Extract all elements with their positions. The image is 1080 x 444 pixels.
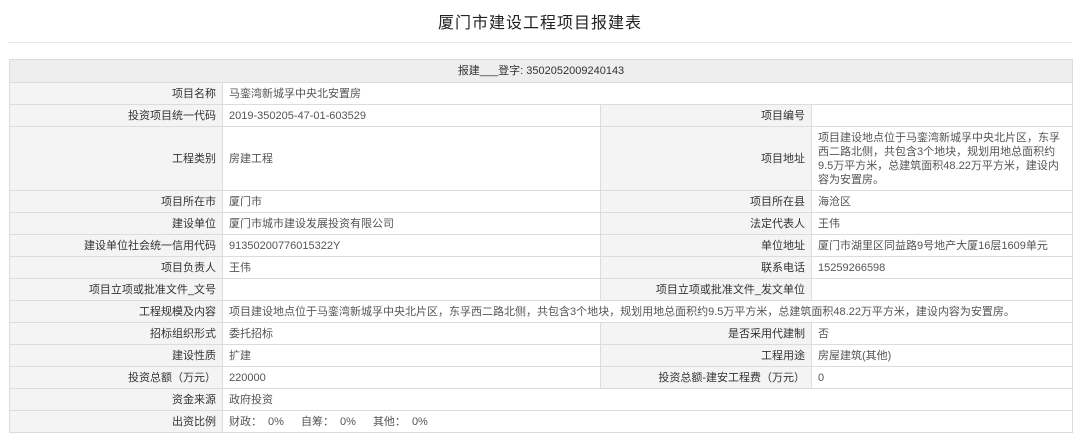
invest-code-value: 2019-350205-47-01-603529 [222, 104, 601, 127]
bid-form-value: 委托招标 [222, 322, 601, 345]
ratio-other-label: 其他： [372, 415, 406, 428]
row-eng-type: 工程类别 房建工程 项目地址 项目建设地点位于马銮湾新城孚中央北片区，东孚西二路… [9, 126, 1073, 191]
ratio-self-value: 0% [339, 415, 356, 428]
title-divider [8, 42, 1072, 43]
row-project-name: 项目名称 马銮湾新城孚中央北安置房 [9, 82, 1073, 105]
legal-rep-label: 法定代表人 [600, 212, 812, 235]
row-nature: 建设性质 扩建 工程用途 房屋建筑(其他) [9, 344, 1073, 367]
approval-doc-no-label: 项目立项或批准文件_文号 [9, 278, 223, 301]
row-bid-form: 招标组织形式 委托招标 是否采用代建制 否 [9, 322, 1073, 345]
fund-source-label: 资金来源 [9, 388, 223, 411]
row-invest-total: 投资总额（万元） 220000 投资总额-建安工程费（万元） 0 [9, 366, 1073, 389]
nature-label: 建设性质 [9, 344, 223, 367]
ratio-self: 自筹： 0% [301, 416, 356, 428]
nature-value: 扩建 [222, 344, 601, 367]
approval-issuer-label: 项目立项或批准文件_发文单位 [600, 278, 812, 301]
invest-total-label: 投资总额（万元） [9, 366, 223, 389]
scale-label: 工程规模及内容 [9, 300, 223, 323]
row-credit-code: 建设单位社会统一信用代码 91350200776015322Y 单位地址 厦门市… [9, 234, 1073, 257]
row-city: 项目所在市 厦门市 项目所在县 海沧区 [9, 190, 1073, 213]
project-name-value: 马銮湾新城孚中央北安置房 [222, 82, 1073, 105]
usage-value: 房屋建筑(其他) [811, 344, 1073, 367]
row-scale: 工程规模及内容 项目建设地点位于马銮湾新城孚中央北片区，东孚西二路北侧，共包含3… [9, 300, 1073, 323]
bid-form-label: 招标组织形式 [9, 322, 223, 345]
unit-address-label: 单位地址 [600, 234, 812, 257]
eng-type-label: 工程类别 [9, 126, 223, 191]
project-name-label: 项目名称 [9, 82, 223, 105]
unit-address-value: 厦门市湖里区同益路9号地产大厦16层1609单元 [811, 234, 1073, 257]
header-row: 报建___登字: 3502052009240143 [9, 59, 1073, 83]
fund-source-value: 政府投资 [222, 388, 1073, 411]
invest-total-value: 220000 [222, 366, 601, 389]
ratio-value: 财政： 0% 自筹： 0% 其他： 0% [222, 410, 1073, 433]
city-label: 项目所在市 [9, 190, 223, 213]
ratio-self-label: 自筹： [300, 415, 334, 428]
builder-label: 建设单位 [9, 212, 223, 235]
usage-label: 工程用途 [600, 344, 812, 367]
row-approval: 项目立项或批准文件_文号 项目立项或批准文件_发文单位 [9, 278, 1073, 301]
leader-label: 项目负责人 [9, 256, 223, 279]
legal-rep-value: 王伟 [811, 212, 1073, 235]
header-reg-label: 登字: [498, 65, 524, 77]
row-ratio: 出资比例 财政： 0% 自筹： 0% 其他： 0% [9, 410, 1073, 433]
agent-label: 是否采用代建制 [600, 322, 812, 345]
row-builder: 建设单位 厦门市城市建设发展投资有限公司 法定代表人 王伟 [9, 212, 1073, 235]
city-value: 厦门市 [222, 190, 601, 213]
header-blank: ___ [479, 65, 499, 77]
county-label: 项目所在县 [600, 190, 812, 213]
ratio-label: 出资比例 [9, 410, 223, 433]
registration-number-header: 报建___登字: 3502052009240143 [9, 59, 1073, 83]
address-value: 项目建设地点位于马銮湾新城孚中央北片区，东孚西二路北侧，共包含3个地块，规划用地… [811, 126, 1073, 191]
ratio-other: 其他： 0% [373, 416, 428, 428]
row-invest-code: 投资项目统一代码 2019-350205-47-01-603529 项目编号 [9, 104, 1073, 127]
project-no-value [811, 104, 1073, 127]
phone-label: 联系电话 [600, 256, 812, 279]
page-title: 厦门市建设工程项目报建表 [437, 15, 642, 32]
ratio-fiscal-value: 0% [268, 415, 284, 428]
row-leader: 项目负责人 王伟 联系电话 15259266598 [9, 256, 1073, 279]
row-fund-source: 资金来源 政府投资 [9, 388, 1073, 411]
project-registration-table: 报建___登字: 3502052009240143 项目名称 马銮湾新城孚中央北… [9, 59, 1073, 433]
invest-install-label: 投资总额-建安工程费（万元） [600, 366, 812, 389]
builder-value: 厦门市城市建设发展投资有限公司 [222, 212, 601, 235]
address-label: 项目地址 [600, 126, 812, 191]
approval-doc-no-value [222, 278, 601, 301]
registration-number: 3502052009240143 [526, 65, 625, 77]
invest-code-label: 投资项目统一代码 [9, 104, 223, 127]
agent-value: 否 [811, 322, 1073, 345]
credit-code-value: 91350200776015322Y [222, 234, 601, 257]
credit-code-label: 建设单位社会统一信用代码 [9, 234, 223, 257]
ratio-other-value: 0% [411, 415, 428, 428]
header-prefix: 报建 [457, 65, 480, 77]
project-no-label: 项目编号 [600, 104, 812, 127]
leader-value: 王伟 [222, 256, 601, 279]
invest-install-value: 0 [811, 366, 1073, 389]
county-value: 海沧区 [811, 190, 1073, 213]
phone-value: 15259266598 [811, 256, 1073, 279]
approval-issuer-value [811, 278, 1073, 301]
scale-value: 项目建设地点位于马銮湾新城孚中央北片区，东孚西二路北侧，共包含3个地块，规划用地… [222, 300, 1073, 323]
eng-type-value: 房建工程 [222, 126, 601, 191]
ratio-fiscal: 财政： 0% [229, 416, 284, 428]
ratio-fiscal-label: 财政： [229, 415, 262, 428]
